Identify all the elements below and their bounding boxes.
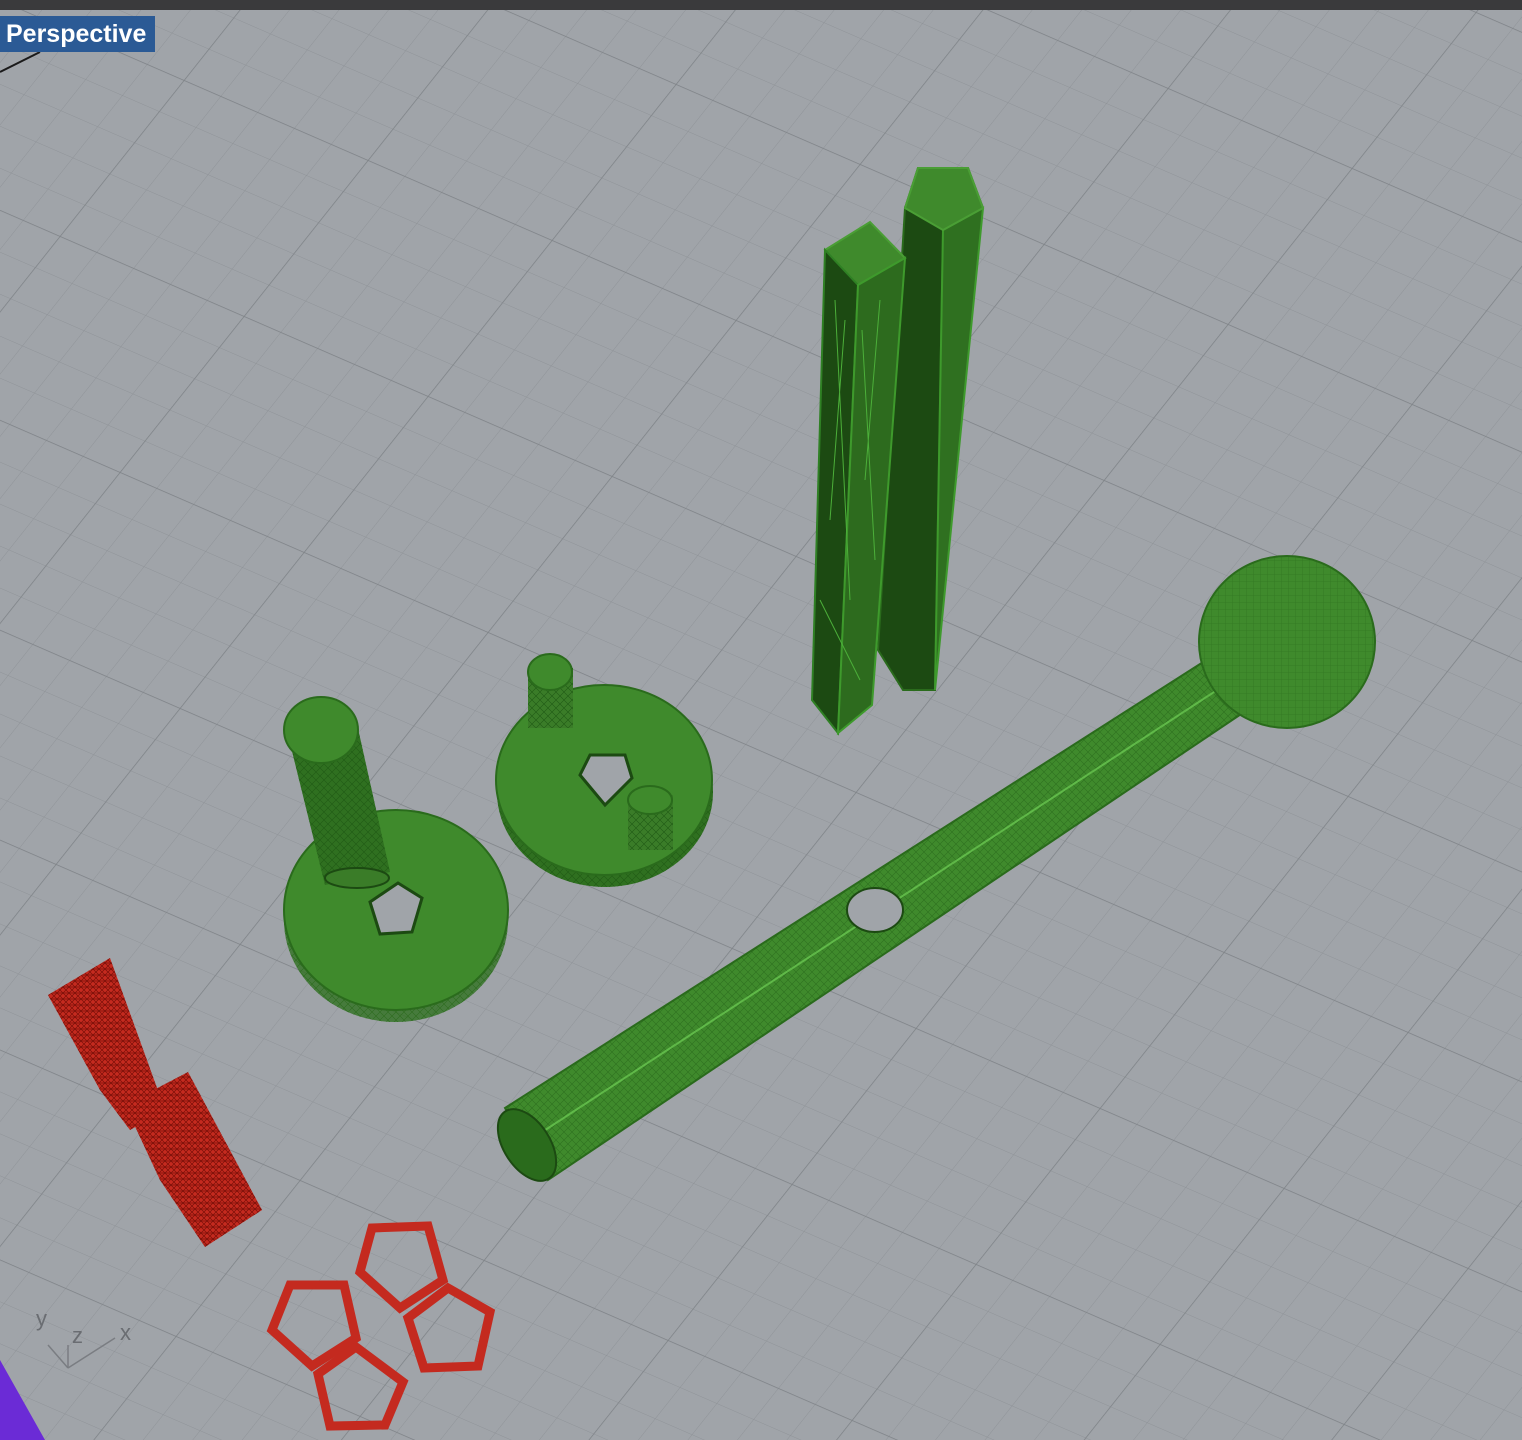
window-title-bar: [0, 0, 1522, 10]
axis-label-z: z: [72, 1323, 83, 1348]
axis-label-x: x: [120, 1320, 131, 1345]
viewport-title-tab[interactable]: Perspective: [0, 16, 156, 52]
perspective-viewport[interactable]: y z x Perspective: [0, 10, 1522, 1440]
axis-label-y: y: [36, 1306, 47, 1331]
viewport-scene[interactable]: y z x: [0, 10, 1522, 1440]
